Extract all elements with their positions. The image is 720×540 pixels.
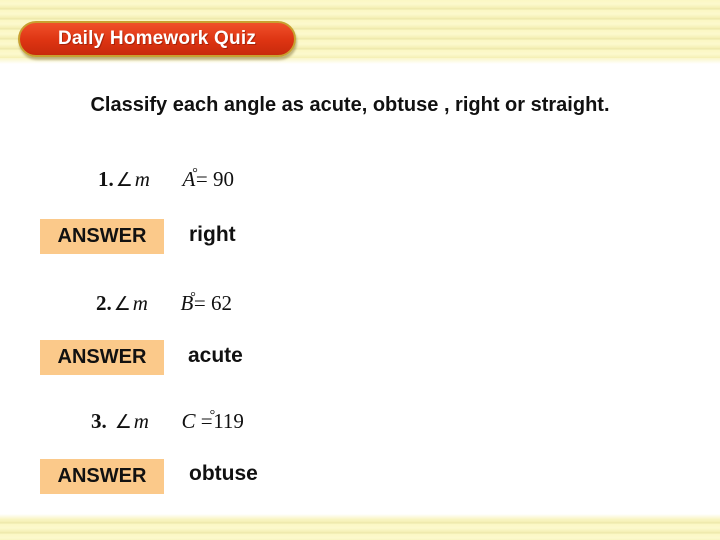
answer-badge: ANSWER <box>40 219 164 254</box>
angle-value: 90 <box>213 167 234 191</box>
quiz-title: Daily Homework Quiz <box>57 28 257 49</box>
answer-badge: ANSWER <box>40 459 164 494</box>
degree-icon: ° <box>192 166 198 181</box>
instructions: Classify each angle as acute, obtuse , r… <box>90 94 610 116</box>
measure-label: m <box>134 167 150 191</box>
question-3: 3. ∠m C =°119 <box>91 408 244 434</box>
answer-label: ANSWER <box>57 346 147 368</box>
angle-icon: ∠ <box>114 412 132 433</box>
angle-variable: C <box>181 409 196 433</box>
answer-text: acute <box>188 344 243 367</box>
question-number: 3. <box>91 409 107 433</box>
footer-stripes <box>0 514 720 540</box>
answer-label: ANSWER <box>57 465 147 487</box>
quiz-title-banner: Daily Homework Quiz <box>18 21 296 57</box>
answer-badge: ANSWER <box>40 340 164 375</box>
answer-text: obtuse <box>189 462 258 485</box>
answer-text: right <box>189 223 236 246</box>
angle-value: 62 <box>211 291 232 315</box>
degree-icon: ° <box>190 290 196 305</box>
angle-value: 119 <box>213 409 244 433</box>
question-1: 1. ∠m A°= 90 <box>98 166 234 192</box>
angle-icon: ∠ <box>115 170 133 191</box>
question-2: 2. ∠m B°= 62 <box>96 290 232 316</box>
angle-icon: ∠ <box>113 294 131 315</box>
degree-icon: ° <box>209 408 216 423</box>
answer-label: ANSWER <box>57 225 147 247</box>
question-number: 1. <box>98 167 114 191</box>
measure-label: m <box>133 409 149 433</box>
measure-label: m <box>132 291 148 315</box>
question-number: 2. <box>96 291 112 315</box>
